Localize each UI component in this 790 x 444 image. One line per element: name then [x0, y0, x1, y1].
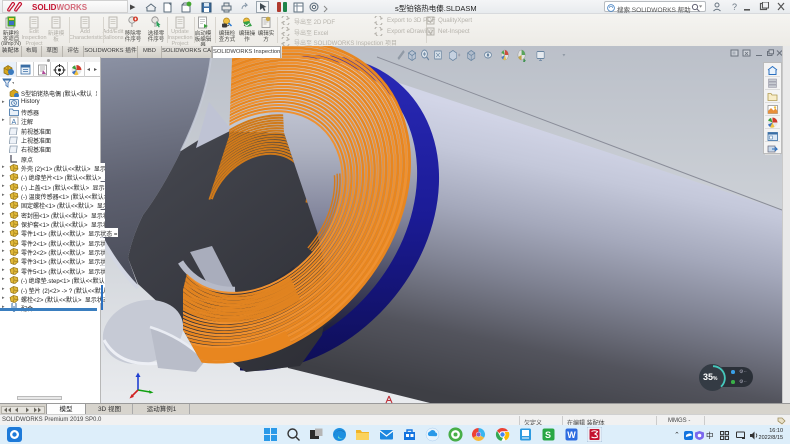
svg-text:?: ?: [732, 2, 737, 12]
svg-text:W: W: [567, 430, 576, 440]
svg-text:A: A: [12, 119, 17, 125]
svg-text:S: S: [545, 430, 551, 440]
